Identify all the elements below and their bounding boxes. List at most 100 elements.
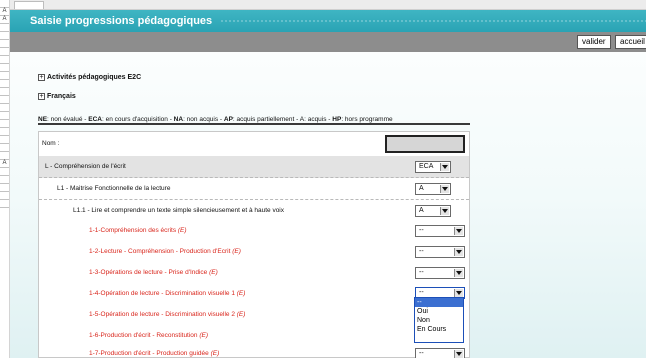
- table-row: 1-3-Opérations de lecture - Prise d'Indi…: [39, 262, 469, 284]
- row-label: 1-4-Opération de lecture - Discriminatio…: [89, 290, 235, 297]
- level-select[interactable]: --: [415, 267, 465, 279]
- left-strip-cell: [0, 64, 9, 72]
- level-select[interactable]: A: [415, 205, 451, 217]
- row-label: 1-2-Lecture - Compréhension - Production…: [89, 248, 231, 255]
- section-activites-e2c[interactable]: + Activités pédagogiques E2C: [38, 73, 141, 83]
- left-strip-cell: [0, 72, 9, 80]
- row-label: L - Compréhension de l'écrit: [45, 163, 126, 170]
- section-francais[interactable]: + Français: [38, 92, 76, 102]
- accueil-button[interactable]: accueil: [615, 35, 646, 49]
- progression-form: Nom : L - Compréhension de l'écrit ECA L…: [38, 131, 470, 358]
- legend: NE: non évalué - ECA: en cours d'acquisi…: [38, 114, 470, 125]
- table-row: L - Compréhension de l'écrit ECA: [39, 156, 469, 178]
- left-strip-cell: [0, 176, 9, 184]
- plus-box-icon[interactable]: +: [38, 74, 45, 81]
- row-suffix: (E): [210, 350, 220, 357]
- left-strip-cell: [0, 24, 9, 32]
- section-label: Activités pédagogiques E2C: [47, 74, 142, 81]
- chevron-down-icon[interactable]: [440, 163, 449, 171]
- legend-code: NE: [38, 116, 48, 123]
- nom-label: Nom :: [42, 140, 60, 147]
- level-select[interactable]: --: [415, 348, 465, 358]
- row-label: 1-3-Opérations de lecture - Prise d'Indi…: [89, 269, 208, 276]
- legend-text: : acquis partiellement - A: acquis -: [232, 116, 333, 123]
- legend-text: : non évalué -: [47, 116, 89, 123]
- left-strip-cell: [0, 0, 9, 8]
- left-strip-cell: [0, 80, 9, 88]
- legend-text: : non acquis -: [183, 116, 224, 123]
- toolbar: valider accueil: [10, 32, 646, 52]
- browser-tab[interactable]: [14, 1, 44, 9]
- select-value: --: [419, 269, 424, 276]
- level-select[interactable]: --: [415, 246, 465, 258]
- row-label: L1 - Maitrise Fonctionnelle de la lectur…: [57, 185, 171, 192]
- table-row: 1-7-Production d'écrit - Production guid…: [39, 343, 469, 358]
- legend-code: AP: [223, 116, 233, 123]
- legend-text: : hors programme: [341, 116, 393, 123]
- left-strip-cell: [0, 56, 9, 64]
- left-strip-cell: [0, 200, 9, 208]
- table-row: 1-5-Opération de lecture - Discriminatio…: [39, 304, 469, 326]
- row-label: L1.1 - Lire et comprendre un texte simpl…: [73, 207, 285, 214]
- legend-text: : en cours d'acquisition -: [101, 116, 174, 123]
- row-suffix: (E): [199, 332, 209, 339]
- chevron-down-icon[interactable]: [454, 227, 463, 235]
- row-label: 1-5-Opération de lecture - Discriminatio…: [89, 311, 235, 318]
- table-row: 1-4-Opération de lecture - Discriminatio…: [39, 283, 469, 305]
- left-strip-cell: [0, 112, 9, 120]
- select-value: --: [419, 227, 424, 234]
- top-tab-bar: [10, 0, 646, 10]
- select-value: A: [419, 207, 424, 214]
- chevron-down-icon[interactable]: [454, 289, 463, 297]
- row-suffix: (E): [236, 311, 246, 318]
- legend-code: HP: [332, 116, 342, 123]
- left-strip-cell: [0, 120, 9, 128]
- level-select[interactable]: --: [415, 225, 465, 237]
- left-strip-cell: [0, 128, 9, 136]
- left-strip-cell: [0, 192, 9, 200]
- left-strip-cell: [0, 168, 9, 176]
- chevron-down-icon[interactable]: [440, 207, 449, 215]
- dropdown-list: -- Oui Non En Cours: [414, 297, 464, 343]
- select-value: ECA: [419, 163, 434, 170]
- left-strip-cell: [0, 104, 9, 112]
- left-strip-cell: [0, 48, 9, 56]
- row-suffix: (E): [177, 227, 187, 234]
- nom-field[interactable]: [385, 135, 465, 153]
- left-strip-cell: A: [0, 8, 9, 16]
- left-strip-cell: [0, 88, 9, 96]
- dropdown-option[interactable]: Non: [415, 316, 463, 325]
- left-strip-cell: [0, 40, 9, 48]
- dropdown-option[interactable]: --: [415, 298, 463, 307]
- row-label: 1-7-Production d'écrit - Production guid…: [89, 350, 209, 357]
- left-strip-cell: [0, 96, 9, 104]
- table-row: L1 - Maitrise Fonctionnelle de la lectur…: [39, 178, 469, 200]
- chevron-down-icon[interactable]: [454, 248, 463, 256]
- section-label: Français: [47, 93, 76, 100]
- row-suffix: (E): [232, 248, 241, 255]
- valider-button[interactable]: valider: [577, 35, 611, 49]
- chevron-down-icon[interactable]: [440, 185, 449, 193]
- legend-code: NA: [173, 116, 184, 123]
- left-strip-cell: [0, 136, 9, 144]
- row-suffix: (E): [236, 290, 246, 297]
- left-strip: AAA: [0, 0, 10, 358]
- dropdown-option[interactable]: En Cours: [415, 325, 463, 334]
- row-label: 1-1-Compréhension des écrits: [89, 227, 177, 234]
- left-strip-cell: A: [0, 16, 9, 24]
- chevron-down-icon[interactable]: [454, 269, 463, 277]
- chevron-down-icon[interactable]: [454, 350, 463, 358]
- select-value: --: [419, 350, 424, 357]
- legend-code: ECA: [88, 116, 102, 123]
- select-value: --: [419, 248, 424, 255]
- table-row: 1-1-Compréhension des écrits (E) --: [39, 220, 469, 242]
- left-strip-cell: [0, 32, 9, 40]
- nom-row: Nom :: [39, 132, 469, 156]
- row-label: 1-6-Production d'écrit - Reconstitution: [89, 332, 198, 339]
- table-row: L1.1 - Lire et comprendre un texte simpl…: [39, 200, 469, 222]
- level-select[interactable]: A: [415, 183, 451, 195]
- plus-box-icon[interactable]: +: [38, 93, 45, 100]
- level-select[interactable]: ECA: [415, 161, 451, 173]
- dropdown-option[interactable]: Oui: [415, 307, 463, 316]
- left-strip-cell: [0, 152, 9, 160]
